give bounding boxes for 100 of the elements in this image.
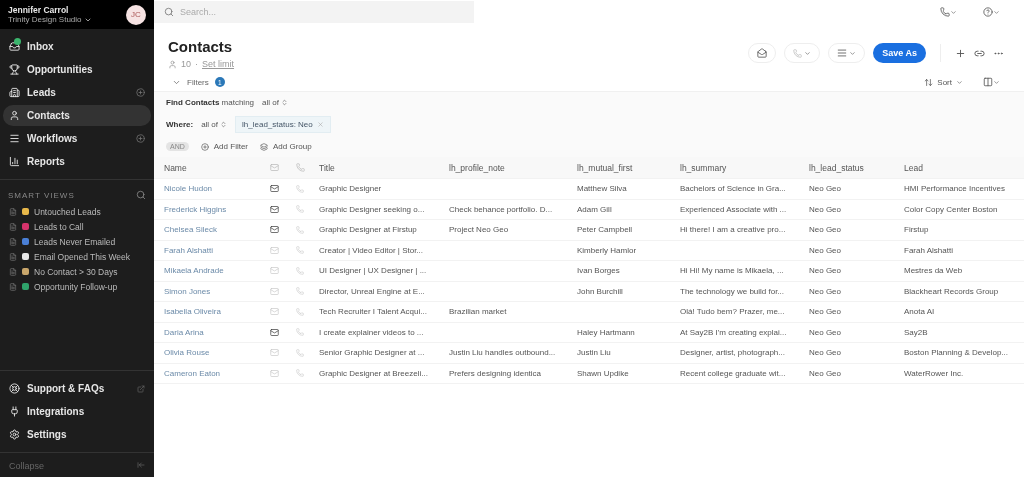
menu-button[interactable] xyxy=(828,43,866,63)
settings-icon xyxy=(9,429,20,440)
add-icon xyxy=(200,142,209,151)
table-cell-text: Neo Geo xyxy=(809,307,843,317)
nav-item[interactable]: Leads xyxy=(3,82,151,103)
phone-icon[interactable] xyxy=(296,266,304,275)
mail-icon[interactable] xyxy=(270,184,279,194)
sort-button[interactable]: Sort xyxy=(920,77,967,87)
phone-icon[interactable] xyxy=(296,287,304,296)
save-as-button[interactable]: Save As xyxy=(873,43,926,63)
column-header[interactable]: Lead xyxy=(904,162,1024,173)
phone-icon[interactable] xyxy=(296,225,304,234)
match-mode-select[interactable]: all of xyxy=(262,98,288,107)
caret-icon xyxy=(804,49,812,57)
where-mode-select[interactable]: all of xyxy=(201,120,228,129)
add-icon[interactable] xyxy=(136,88,145,97)
table-cell-text: Ivan Borges xyxy=(577,266,621,276)
table-cell-text: Boston Planning & Develop... xyxy=(904,348,1010,358)
table-cell-text: Shawn Updike xyxy=(577,368,630,378)
table-cell-text: Farah Alshatti xyxy=(904,245,954,255)
contact-name-link[interactable]: Cameron Eaton xyxy=(164,368,270,378)
contact-name-link[interactable]: Daria Arina xyxy=(164,327,270,337)
contact-name-link[interactable]: Simon Jones xyxy=(164,286,270,296)
smart-view-item[interactable]: No Contact > 30 Days xyxy=(0,264,154,279)
phone-icon[interactable] xyxy=(296,369,304,378)
page-title: Contacts xyxy=(168,38,234,55)
external-link-icon xyxy=(137,384,145,393)
column-header[interactable]: Name xyxy=(164,162,270,173)
column-header[interactable]: lh_lead_status xyxy=(809,162,904,173)
email-button[interactable] xyxy=(748,43,777,63)
table-cell-text: Senior Graphic Designer at ... xyxy=(319,348,426,358)
document-icon xyxy=(9,267,17,276)
table-cell-text: Recent college graduate wit... xyxy=(680,368,787,378)
contact-name-link[interactable]: Mikaela Andrade xyxy=(164,266,270,276)
nav-item[interactable]: Reports xyxy=(3,151,151,172)
table-cell-text: Neo Geo xyxy=(809,368,843,378)
lifebuoy-icon xyxy=(9,383,20,394)
filters-toggle[interactable]: Filters xyxy=(187,77,209,87)
nav-item[interactable]: Settings xyxy=(3,424,151,445)
column-header[interactable]: Title xyxy=(319,162,449,173)
filter-chip[interactable]: lh_lead_status: Neo xyxy=(235,116,331,133)
phone-icon[interactable] xyxy=(296,246,304,255)
organization-name[interactable]: Trinity Design Studio xyxy=(8,15,82,24)
table-cell-text: Color Copy Center Boston xyxy=(904,204,999,214)
table-cell-text: Hi there! I am a creative pro... xyxy=(680,225,787,235)
table-cell-text: Neo Geo xyxy=(809,348,843,358)
table-cell-text: Director, Unreal Engine at E... xyxy=(319,286,426,296)
nav-item[interactable]: Opportunities xyxy=(3,59,151,80)
nav-item[interactable]: Integrations xyxy=(3,401,151,422)
contact-name-link[interactable]: Nicole Hudon xyxy=(164,184,270,194)
phone-icon xyxy=(940,7,950,17)
column-header[interactable]: lh_summary xyxy=(680,162,809,173)
contact-name-link[interactable]: Frederick Higgins xyxy=(164,204,270,214)
smart-view-item[interactable]: Untouched Leads xyxy=(0,204,154,219)
smart-view-item[interactable]: Leads to Call xyxy=(0,219,154,234)
table-cell-text: Justin Liu handles outbound... xyxy=(449,348,557,358)
smart-view-item[interactable]: Leads Never Emailed xyxy=(0,234,154,249)
contact-name-link[interactable]: Chelsea Sileck xyxy=(164,225,270,235)
column-header[interactable]: lh_profile_note xyxy=(449,162,577,173)
mail-icon[interactable] xyxy=(270,204,279,214)
notification-dot xyxy=(14,38,21,45)
smart-view-item[interactable]: Email Opened This Week xyxy=(0,249,154,264)
call-button[interactable] xyxy=(784,43,821,63)
updown-icon xyxy=(220,121,228,128)
sort-icon xyxy=(924,77,934,87)
nav-item[interactable]: Contacts xyxy=(3,105,151,126)
add-icon[interactable] xyxy=(136,134,145,143)
avatar[interactable]: JC xyxy=(126,4,146,25)
nav-item[interactable]: Inbox xyxy=(3,36,151,57)
help-icon xyxy=(983,7,993,17)
add-group-button[interactable]: Add Group xyxy=(260,142,312,151)
plug-icon xyxy=(9,406,20,417)
add-icon[interactable] xyxy=(955,47,966,59)
table-cell-text: Hi Hi! My name is Mikaela, ... xyxy=(680,266,785,276)
nav-item[interactable]: Support & FAQs xyxy=(3,378,151,399)
column-header[interactable]: lh_mutual_first xyxy=(577,162,680,173)
contact-name-link[interactable]: Isabella Oliveira xyxy=(164,307,270,317)
mail-icon[interactable] xyxy=(270,225,279,235)
phone-icon[interactable] xyxy=(296,205,304,214)
phone-icon[interactable] xyxy=(296,184,304,193)
mail-icon[interactable] xyxy=(270,327,279,337)
updown-icon xyxy=(280,99,288,106)
smart-view-item[interactable]: Opportunity Follow-up xyxy=(0,279,154,294)
table-cell-text: Check behance portfolio. D... xyxy=(449,204,554,214)
document-icon xyxy=(9,252,17,261)
close-icon[interactable] xyxy=(316,121,324,128)
contact-name-link[interactable]: Farah Alshatti xyxy=(164,245,270,255)
nav-item[interactable]: Workflows xyxy=(3,128,151,149)
collapse-icon[interactable] xyxy=(137,461,145,469)
table-cell-text: Graphic Designer xyxy=(319,184,383,194)
table-cell-text: John Burchill xyxy=(577,286,624,296)
document-icon xyxy=(9,282,17,291)
phone-icon[interactable] xyxy=(296,307,304,316)
phone-icon[interactable] xyxy=(296,348,304,357)
contact-name-link[interactable]: Olivia Rouse xyxy=(164,348,270,358)
search-icon[interactable] xyxy=(136,190,146,200)
list-icon xyxy=(9,133,20,144)
add-filter-button[interactable]: Add Filter xyxy=(200,142,248,151)
phone-icon[interactable] xyxy=(296,328,304,337)
table-cell-text: The technology we build for... xyxy=(680,286,786,296)
